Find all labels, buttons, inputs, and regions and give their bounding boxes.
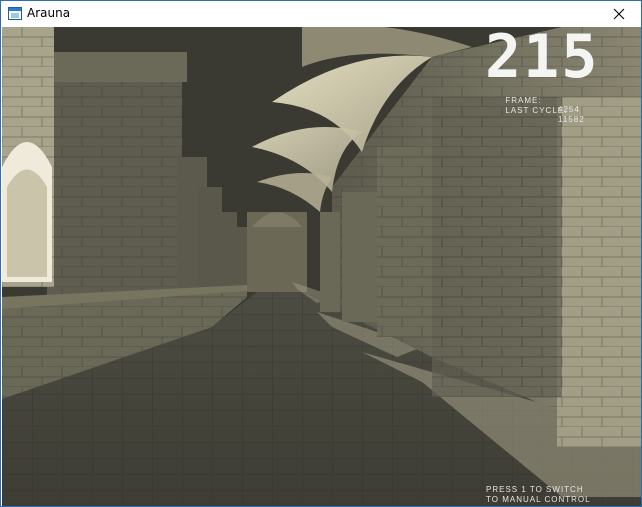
window-title: Arauna	[27, 6, 71, 20]
control-hint-line1: PRESS 1 TO SWITCH	[486, 485, 584, 494]
fps-counter: 215	[485, 27, 600, 92]
last-cycle-label: LAST CYCLE:	[505, 106, 568, 115]
app-window: Arauna 215 FRAME: 4254 LAST CYCLE: 11582…	[0, 0, 642, 507]
render-viewport[interactable]: 215 FRAME: 4254 LAST CYCLE: 11582 PRESS …	[2, 27, 641, 506]
close-button[interactable]	[597, 1, 641, 27]
close-icon	[613, 8, 625, 20]
control-hint-line2: TO MANUAL CONTROL	[486, 495, 591, 504]
title-bar[interactable]: Arauna	[1, 1, 641, 27]
last-cycle-value: 11582	[558, 115, 585, 124]
window-app-icon	[8, 7, 22, 20]
last-cycle-stat: LAST CYCLE: 11582	[486, 97, 583, 133]
